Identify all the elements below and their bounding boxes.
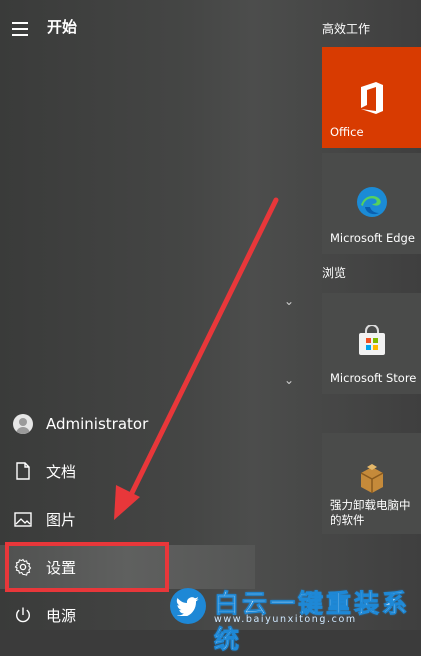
- gear-icon: [0, 558, 46, 576]
- office-icon: [361, 82, 383, 114]
- chevron-down-icon[interactable]: ⌄: [284, 373, 294, 387]
- document-icon: [0, 462, 46, 480]
- uninstall-box-icon: [360, 464, 384, 493]
- group-label-browse: 浏览: [322, 266, 347, 280]
- start-menu: 开始 Administrator 文档 图片 设置 电源 ⌄ ⌄ 高效工作 浏览…: [0, 0, 421, 654]
- edge-icon: [357, 187, 387, 217]
- power-item[interactable]: 电源: [0, 593, 255, 637]
- tile-edge-label: Microsoft Edge: [330, 231, 415, 245]
- documents-item[interactable]: 文档: [0, 449, 255, 493]
- power-label: 电源: [46, 606, 77, 625]
- tile-office[interactable]: Office: [322, 47, 421, 148]
- tile-edge[interactable]: Microsoft Edge: [322, 153, 421, 254]
- hamburger-menu-icon[interactable]: [12, 18, 32, 38]
- tile-uninstaller-label: 强力卸载电脑中的软件: [330, 498, 411, 527]
- store-icon: [359, 325, 385, 355]
- user-account-label: Administrator: [46, 415, 149, 433]
- tile-store-label: Microsoft Store: [330, 371, 417, 385]
- tile-store[interactable]: Microsoft Store: [322, 293, 421, 394]
- start-title: 开始: [47, 18, 78, 36]
- picture-icon: [0, 511, 46, 527]
- left-rail: 开始 Administrator 文档 图片 设置 电源: [0, 0, 255, 630]
- user-account-item[interactable]: Administrator: [0, 402, 255, 446]
- settings-item[interactable]: 设置: [0, 545, 255, 589]
- tile-uninstaller[interactable]: 强力卸载电脑中的软件: [322, 433, 421, 534]
- user-avatar-icon: [0, 414, 46, 434]
- settings-label: 设置: [46, 558, 77, 577]
- tile-office-label: Office: [330, 125, 364, 139]
- power-icon: [0, 606, 46, 624]
- group-label-productivity: 高效工作: [322, 22, 371, 36]
- pictures-item[interactable]: 图片: [0, 497, 255, 541]
- documents-label: 文档: [46, 462, 77, 481]
- pictures-label: 图片: [46, 510, 77, 529]
- chevron-down-icon[interactable]: ⌄: [284, 294, 294, 308]
